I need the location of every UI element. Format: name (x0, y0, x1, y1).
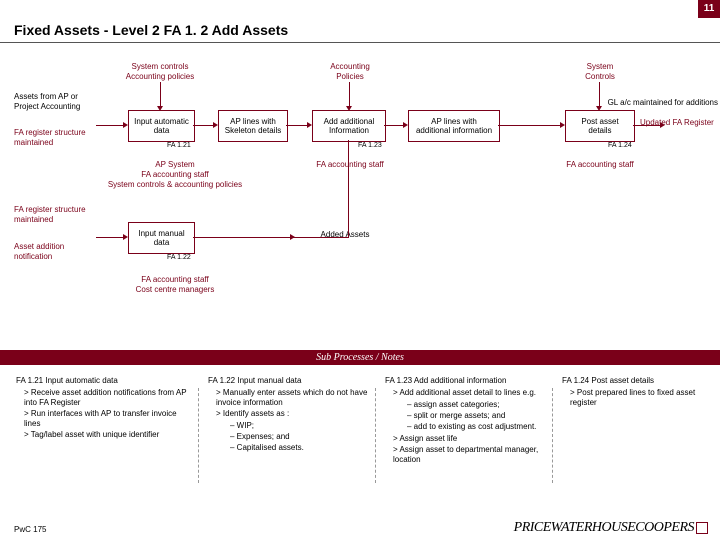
logo-square-icon (696, 522, 708, 534)
conn (193, 237, 293, 238)
label-assets-from: Assets from AP orProject Accounting (14, 92, 114, 112)
box-ap-additional: AP lines withadditional information (408, 110, 500, 142)
box-input-manual: Input manualdata (128, 222, 195, 254)
arrow-right-icon (560, 122, 565, 128)
box-post-asset: Post assetdetails (565, 110, 635, 142)
slide-number-badge: 11 (698, 0, 720, 18)
note-fa121: FA 1.21 Input automatic data Receive ass… (16, 376, 191, 441)
top-label-col3: SystemControls (570, 62, 630, 82)
slide-page: 11 Fixed Assets - Level 2 FA 1. 2 Add As… (0, 0, 720, 540)
arrow-right-icon (123, 122, 128, 128)
top-label-col2: AccountingPolicies (310, 62, 390, 82)
box-add-additional: Add additionalInformation (312, 110, 386, 142)
below-label-1: AP SystemFA accounting staffSystem contr… (90, 160, 260, 190)
arrow-right-icon (403, 122, 408, 128)
note-list: Assign asset life Assign asset to depart… (385, 434, 545, 465)
arrow-right-icon (213, 122, 218, 128)
conn (349, 82, 350, 107)
conn (96, 237, 126, 238)
box-ap-skeleton: AP lines withSkeleton details (218, 110, 288, 142)
conn (348, 140, 349, 237)
box-input-automatic: Input automaticdata (128, 110, 195, 142)
arrow-right-icon (307, 122, 312, 128)
code-fa123: FA 1.23 (358, 142, 382, 149)
divider (375, 388, 376, 483)
top-label-col1: System controlsAccounting policies (110, 62, 210, 82)
band-line (0, 348, 720, 349)
below-label-2: FA accounting staff (305, 160, 395, 170)
band-line (0, 366, 720, 367)
note-fa122: FA 1.22 Input manual data Manually enter… (208, 376, 368, 454)
conn (160, 82, 161, 107)
note-list: Manually enter assets which do not have … (208, 388, 368, 419)
conn (96, 125, 126, 126)
label-added-assets: Added Assets (300, 230, 390, 240)
note-heading: FA 1.22 Input manual data (208, 376, 368, 386)
note-heading: FA 1.21 Input automatic data (16, 376, 191, 386)
conn (498, 125, 563, 126)
label-fa-reg-maint: FA register structuremaintained (14, 128, 119, 148)
page-title: Fixed Assets - Level 2 FA 1. 2 Add Asset… (14, 22, 288, 38)
note-heading: FA 1.23 Add additional information (385, 376, 545, 386)
code-fa122: FA 1.22 (167, 254, 191, 261)
note-list: Receive asset addition notifications fro… (16, 388, 191, 440)
note-fa124: FA 1.24 Post asset details Post prepared… (562, 376, 712, 409)
header-rule (0, 42, 720, 43)
divider (198, 388, 199, 483)
note-sublist: assign asset categories; split or merge … (385, 400, 545, 432)
note-fa123: FA 1.23 Add additional information Add a… (385, 376, 545, 466)
arrow-right-icon (123, 234, 128, 240)
below-label-3: FA accounting staff (560, 160, 640, 170)
footer-pagecode: PwC 175 (14, 525, 46, 534)
code-fa121: FA 1.21 (167, 142, 191, 149)
note-list: Post prepared lines to fixed asset regis… (562, 388, 712, 408)
label-asset-addition-notif: Asset additionnotification (14, 242, 94, 262)
arrow-right-icon (660, 122, 665, 128)
note-list: Add additional asset detail to lines e.g… (385, 388, 545, 398)
conn (293, 237, 349, 238)
note-sublist: WIP; Expenses; and Capitalised assets. (208, 421, 368, 453)
pwc-logo: PRICEWATERHOUSECOOPERS (514, 520, 708, 536)
below-label-4: FA accounting staffCost centre managers (100, 275, 250, 295)
label-fa-reg-maint2: FA register structuremaintained (14, 205, 119, 225)
label-glac: GL a/c maintained for additions (548, 98, 718, 108)
code-fa124: FA 1.24 (608, 142, 632, 149)
conn (633, 125, 663, 126)
sub-processes-header: Sub Processes / Notes (0, 350, 720, 365)
note-heading: FA 1.24 Post asset details (562, 376, 712, 386)
divider (552, 388, 553, 483)
label-updated-fa: Updated FA Register (640, 118, 720, 128)
